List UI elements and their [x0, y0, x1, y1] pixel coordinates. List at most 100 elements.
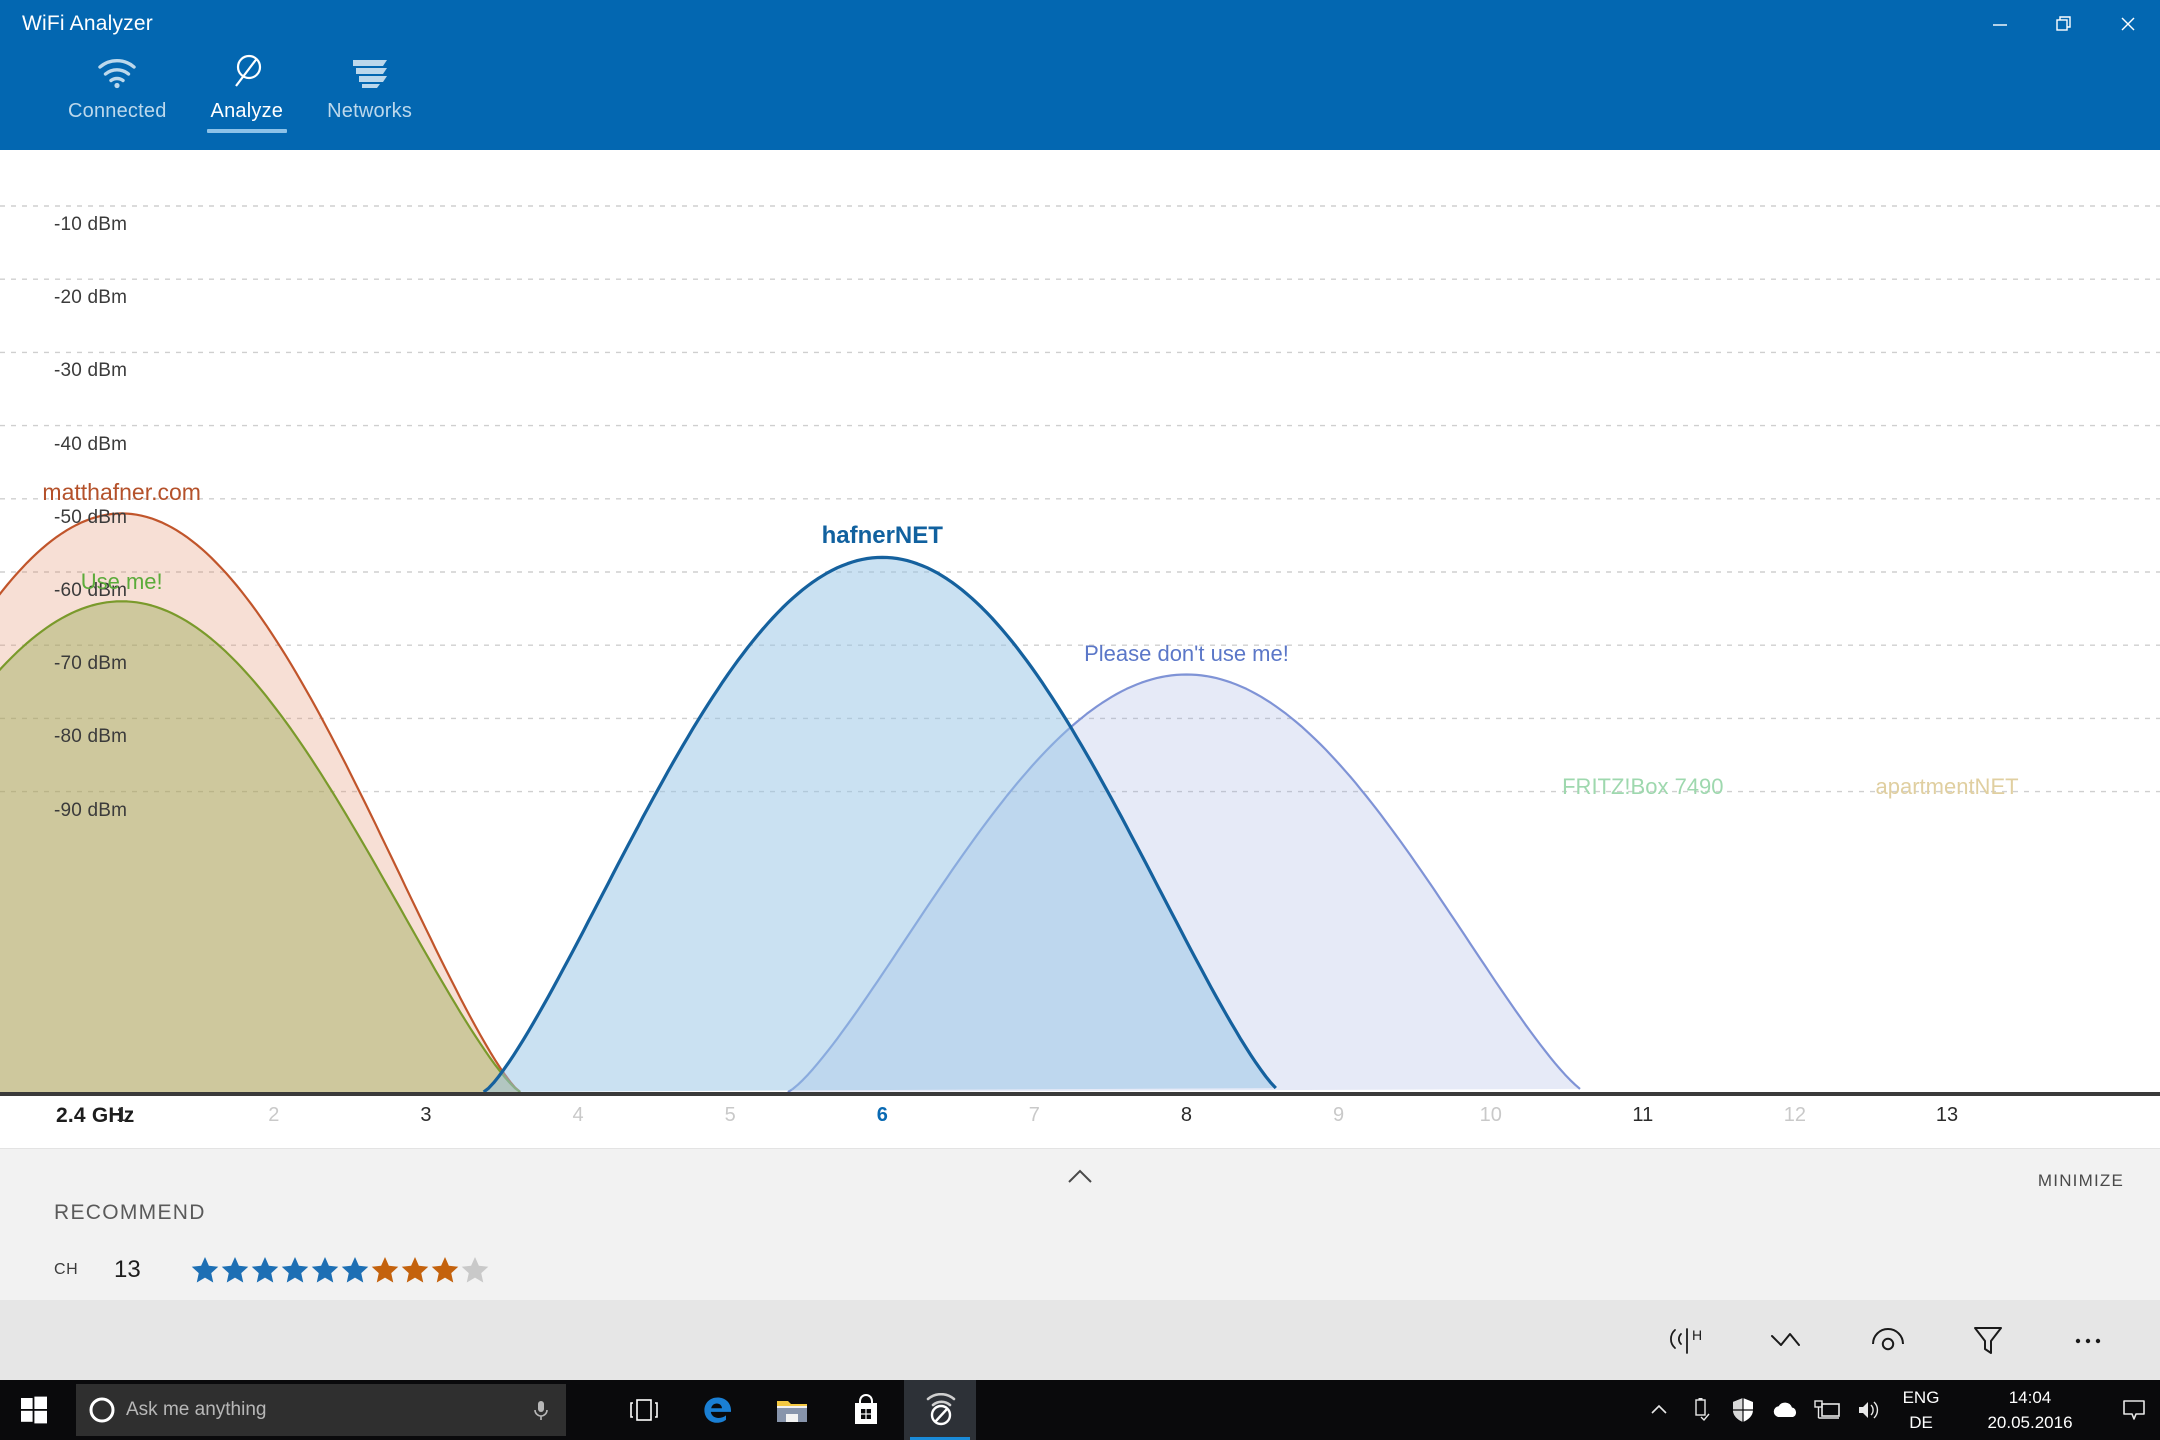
y-axis-tick-label: -10 dBm [54, 214, 127, 236]
star-icon [370, 1255, 400, 1285]
onedrive-icon[interactable] [1764, 1380, 1806, 1440]
recommended-channel-value: 13 [114, 1256, 180, 1284]
usb-eject-icon[interactable] [1680, 1380, 1722, 1440]
star-icon [250, 1255, 280, 1285]
recommend-panel: MINIMIZE RECOMMEND CH 13 [0, 1148, 2160, 1300]
expand-panel-button[interactable] [1058, 1163, 1102, 1191]
clock[interactable]: 14:04 20.05.2016 [1952, 1380, 2108, 1440]
minimize-button[interactable]: MINIMIZE [2038, 1171, 2124, 1191]
task-view-icon [627, 1397, 661, 1423]
x-axis-channel-tick: 7 [1029, 1104, 1040, 1127]
network-label: matthafner.com [42, 479, 201, 506]
defender-icon[interactable] [1722, 1380, 1764, 1440]
network-icon[interactable] [1806, 1380, 1848, 1440]
tab-bar: Connected Analyze [46, 50, 434, 123]
title-bar: WiFi Analyzer [0, 0, 2160, 150]
shield-icon [1731, 1397, 1755, 1423]
clock-date: 20.05.2016 [1987, 1410, 2072, 1436]
more-button[interactable] [2038, 1300, 2138, 1380]
window-controls [1968, 0, 2160, 48]
clock-time: 14:04 [2009, 1385, 2052, 1411]
action-center-button[interactable] [2108, 1380, 2160, 1440]
y-axis-tick-label: -20 dBm [54, 287, 127, 309]
language-indicator[interactable]: ENG DE [1890, 1380, 1952, 1440]
network-label: FRITZ!Box 7490 [1562, 774, 1723, 800]
recommend-row: CH 13 [54, 1255, 490, 1285]
wifi-analyzer-window: WiFi Analyzer [0, 0, 2160, 1440]
y-axis-tick-label: -40 dBm [54, 434, 127, 456]
language-top: ENG [1903, 1385, 1940, 1411]
wifi-analyzer-icon [922, 1393, 958, 1427]
action-center-icon [2121, 1398, 2147, 1422]
filter-button[interactable] [1938, 1300, 2038, 1380]
star-icon [220, 1255, 250, 1285]
tab-connected-label: Connected [68, 100, 167, 123]
wifi-analyzer-button[interactable] [904, 1380, 976, 1440]
microphone-icon [530, 1398, 552, 1424]
x-axis: 2.4 GHz 12345678910111213 [0, 1096, 2160, 1142]
star-icon [430, 1255, 460, 1285]
app-command-bar: H [0, 1300, 2160, 1380]
search-placeholder: Ask me anything [126, 1399, 266, 1421]
search-input[interactable]: Ask me anything [76, 1384, 566, 1436]
network-label: apartmentNET [1876, 774, 2019, 800]
windows-logo-icon [20, 1396, 48, 1424]
usb-eject-icon [1691, 1397, 1711, 1423]
language-bottom: DE [1909, 1410, 1933, 1436]
x-axis-channel-tick: 4 [572, 1104, 583, 1127]
funnel-icon [1966, 1318, 2010, 1362]
file-explorer-button[interactable] [756, 1380, 828, 1440]
tab-networks-label: Networks [327, 100, 412, 123]
magnifier-icon [227, 50, 267, 96]
folder-icon [775, 1395, 809, 1425]
restore-button[interactable] [2032, 0, 2096, 48]
tab-networks[interactable]: Networks [305, 50, 434, 123]
channel-label: CH [54, 1261, 114, 1279]
y-axis-tick-label: -80 dBm [54, 726, 127, 748]
tray-expand-button[interactable] [1638, 1380, 1680, 1440]
network-label: hafnerNET [822, 522, 943, 550]
y-axis-tick-label: -90 dBm [54, 800, 127, 822]
x-axis-channel-tick: 1 [116, 1104, 127, 1127]
tab-analyze-label: Analyze [211, 100, 284, 123]
tab-active-indicator [207, 129, 288, 133]
tab-connected[interactable]: Connected [46, 50, 189, 123]
radar-button[interactable] [1838, 1300, 1938, 1380]
antenna-h-icon: H [1666, 1320, 1710, 1360]
rating-stars [190, 1255, 490, 1285]
store-button[interactable] [830, 1380, 902, 1440]
volume-icon[interactable] [1848, 1380, 1890, 1440]
minimize-button[interactable] [1968, 0, 2032, 48]
time-graph-button[interactable] [1738, 1300, 1838, 1380]
start-button[interactable] [0, 1380, 68, 1440]
ellipsis-icon [2066, 1320, 2110, 1360]
y-axis-tick-label: -50 dBm [54, 507, 127, 529]
star-icon [400, 1255, 430, 1285]
signal-strength-button[interactable]: H [1638, 1300, 1738, 1380]
app-command-buttons: H [1638, 1300, 2138, 1380]
y-axis-tick-label: -30 dBm [54, 360, 127, 382]
speaker-icon [1856, 1399, 1882, 1421]
chart-canvas [0, 150, 2160, 1150]
star-icon [460, 1255, 490, 1285]
x-axis-channel-tick: 9 [1333, 1104, 1344, 1127]
cloud-icon [1771, 1400, 1799, 1420]
network-label: Please don't use me! [1084, 641, 1289, 667]
chevron-up-icon [1648, 1402, 1670, 1418]
wave-line-icon [1766, 1320, 1810, 1360]
window-title: WiFi Analyzer [22, 12, 153, 36]
y-axis-tick-label: -70 dBm [54, 653, 127, 675]
tab-analyze[interactable]: Analyze [189, 50, 306, 123]
edge-button[interactable] [682, 1380, 754, 1440]
cortana-circle-icon [88, 1396, 116, 1424]
x-axis-channel-tick: 3 [420, 1104, 431, 1127]
chevron-up-icon [1063, 1166, 1097, 1188]
monitor-network-icon [1813, 1398, 1841, 1422]
taskview-button[interactable] [608, 1380, 680, 1440]
x-axis-channel-tick: 6 [877, 1104, 888, 1127]
star-icon [280, 1255, 310, 1285]
edge-icon [701, 1393, 735, 1427]
close-button[interactable] [2096, 0, 2160, 48]
x-axis-channel-tick: 2 [268, 1104, 279, 1127]
network-label: Use me! [81, 569, 163, 595]
